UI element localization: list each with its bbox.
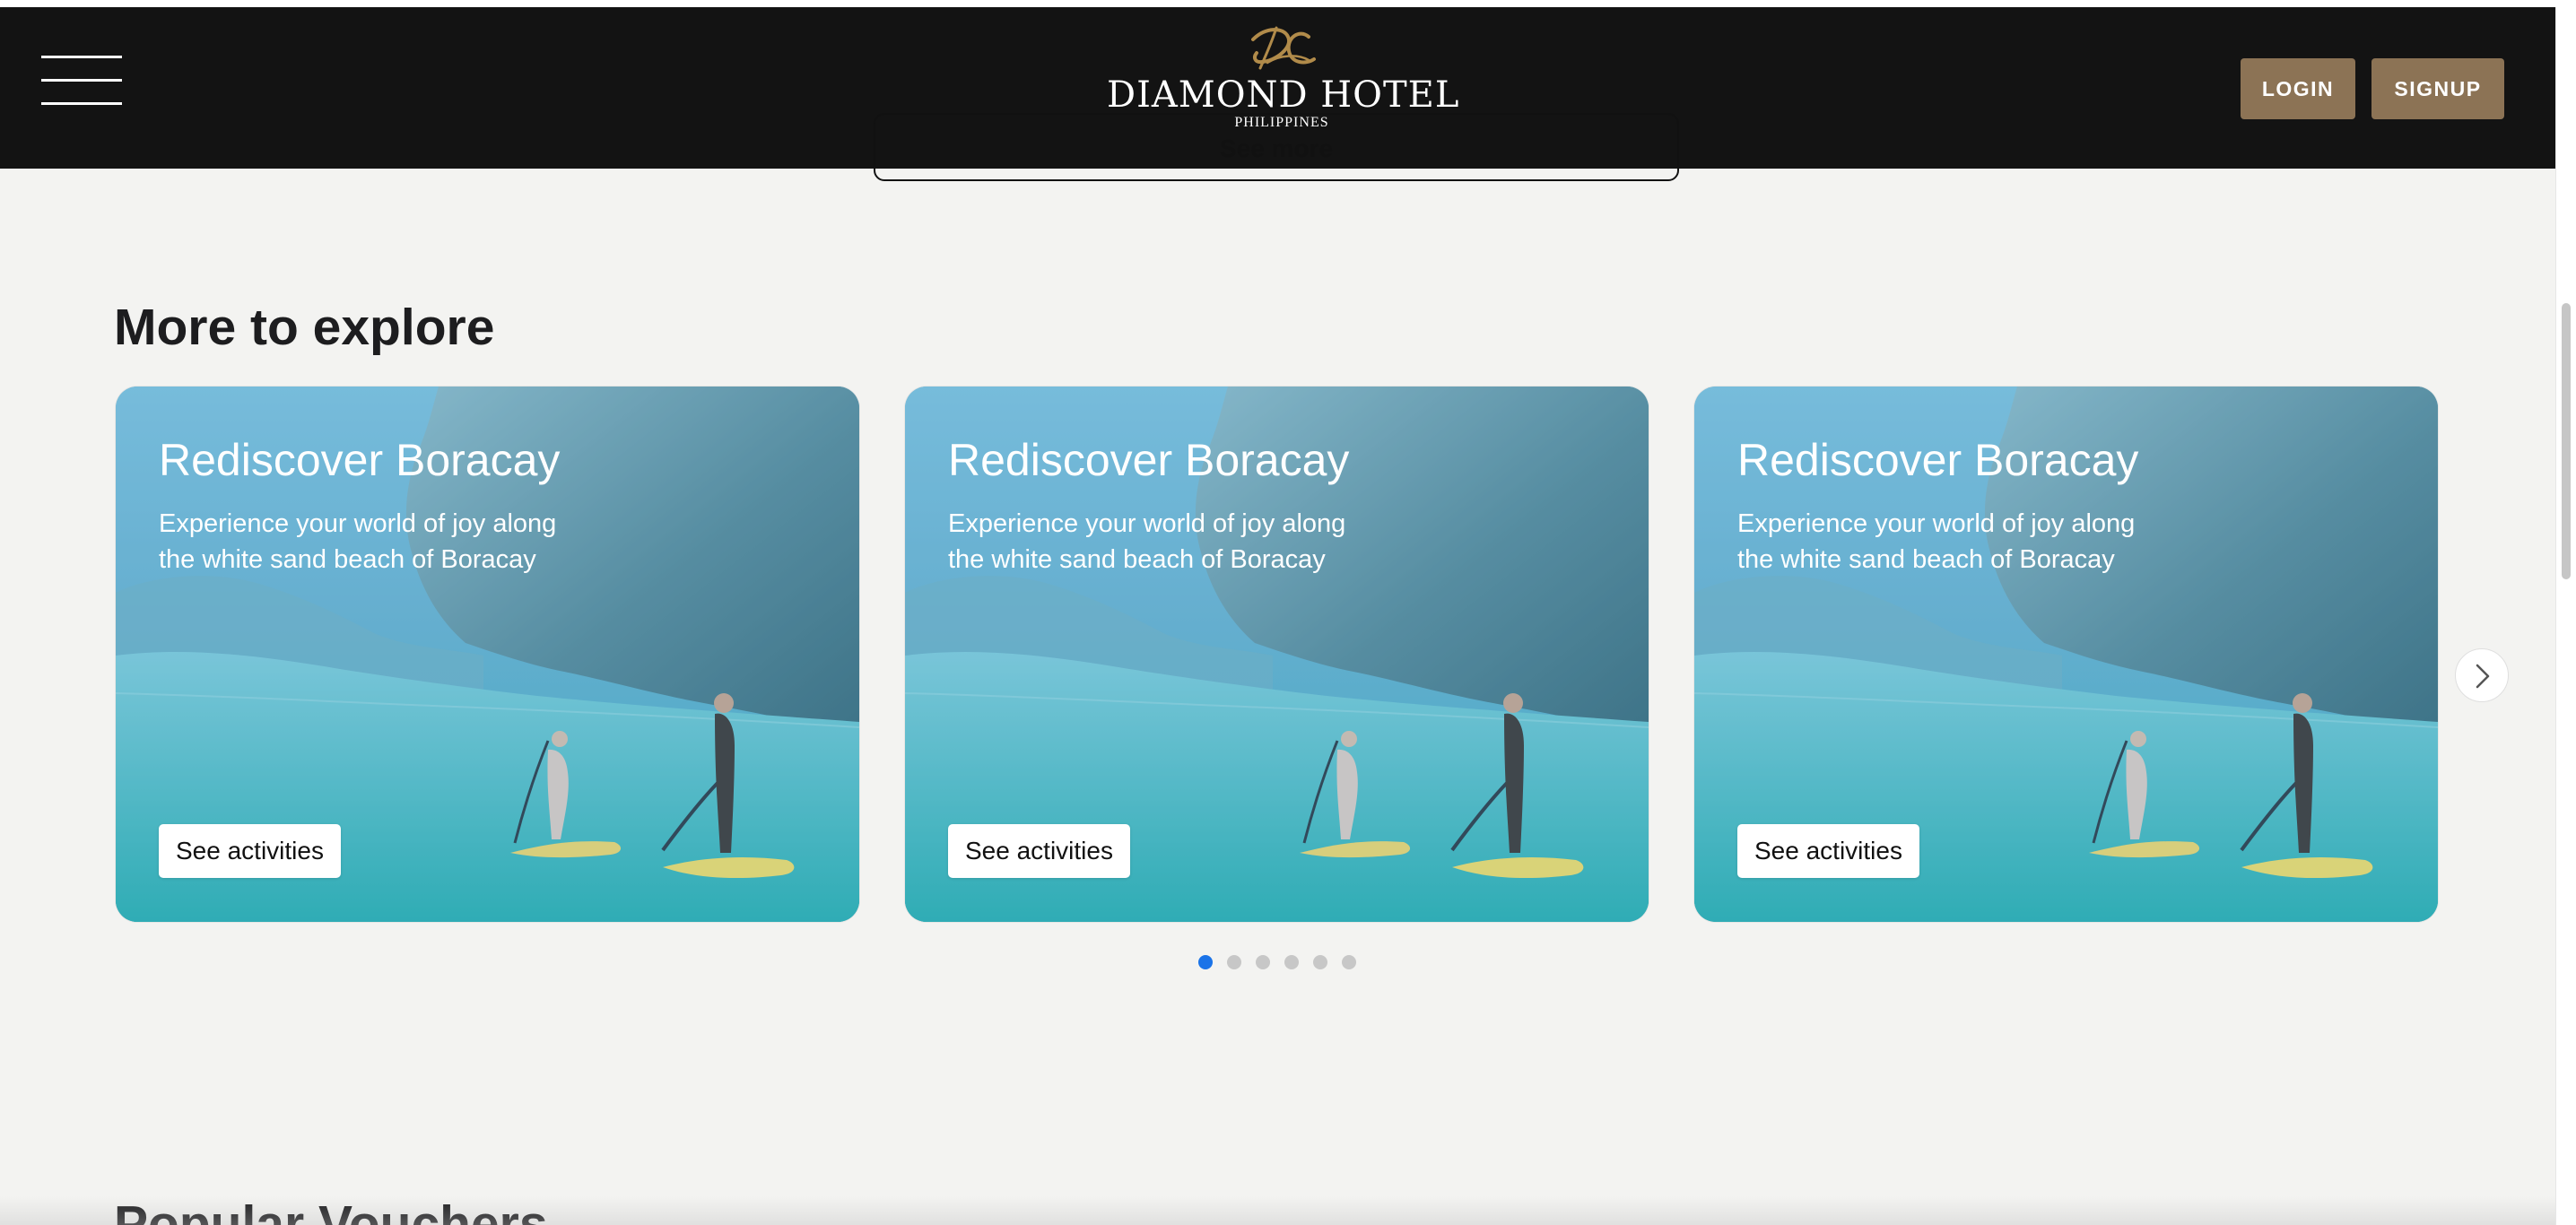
card-title: Rediscover Boracay [1737, 435, 2139, 485]
menu-line-middle [41, 79, 122, 82]
destination-card[interactable]: Rediscover Boracay Experience your world… [905, 387, 1649, 922]
carousel-next-button[interactable] [2455, 648, 2509, 702]
next-section-title: Popular Vouchers [114, 1195, 548, 1225]
pagination-dot-3[interactable] [1256, 955, 1270, 969]
scrollbar-thumb[interactable] [2562, 303, 2571, 579]
pagination-dot-6[interactable] [1342, 955, 1356, 969]
signup-button[interactable]: SIGNUP [2371, 58, 2504, 119]
card-description: Experience your world of joy along the w… [948, 509, 1346, 574]
see-activities-button[interactable]: See activities [1737, 824, 1919, 878]
card-title: Rediscover Boracay [948, 435, 1350, 485]
section-title: More to explore [114, 299, 495, 356]
see-activities-button[interactable]: See activities [159, 824, 341, 878]
carousel-pagination [1198, 955, 1360, 973]
pagination-dot-1[interactable] [1198, 955, 1213, 969]
menu-button[interactable] [41, 56, 122, 109]
login-button[interactable]: LOGIN [2241, 58, 2355, 119]
menu-line-bottom [41, 102, 122, 105]
chevron-right-icon [2476, 664, 2490, 689]
card-title: Rediscover Boracay [159, 435, 561, 485]
see-activities-button[interactable]: See activities [948, 824, 1130, 878]
destination-card[interactable]: Rediscover Boracay Experience your world… [1694, 387, 2438, 922]
card-description: Experience your world of joy along the w… [1737, 509, 2136, 574]
vertical-scrollbar[interactable] [2555, 0, 2576, 1225]
pagination-dot-4[interactable] [1284, 955, 1299, 969]
card-description: Experience your world of joy along the w… [159, 509, 557, 574]
pagination-dot-5[interactable] [1313, 955, 1327, 969]
page: DIAMOND HOTEL PHILIPPINES LOGIN SIGNUP S… [0, 0, 2576, 1225]
pagination-dot-2[interactable] [1227, 955, 1241, 969]
see-more-button[interactable]: See more [874, 113, 1679, 181]
destination-card[interactable]: Rediscover Boracay Experience your world… [116, 387, 859, 922]
diamond-hotel-monogram [1251, 26, 1316, 70]
logo-name: DIAMOND HOTEL [1107, 74, 1460, 116]
menu-line-top [41, 56, 122, 58]
